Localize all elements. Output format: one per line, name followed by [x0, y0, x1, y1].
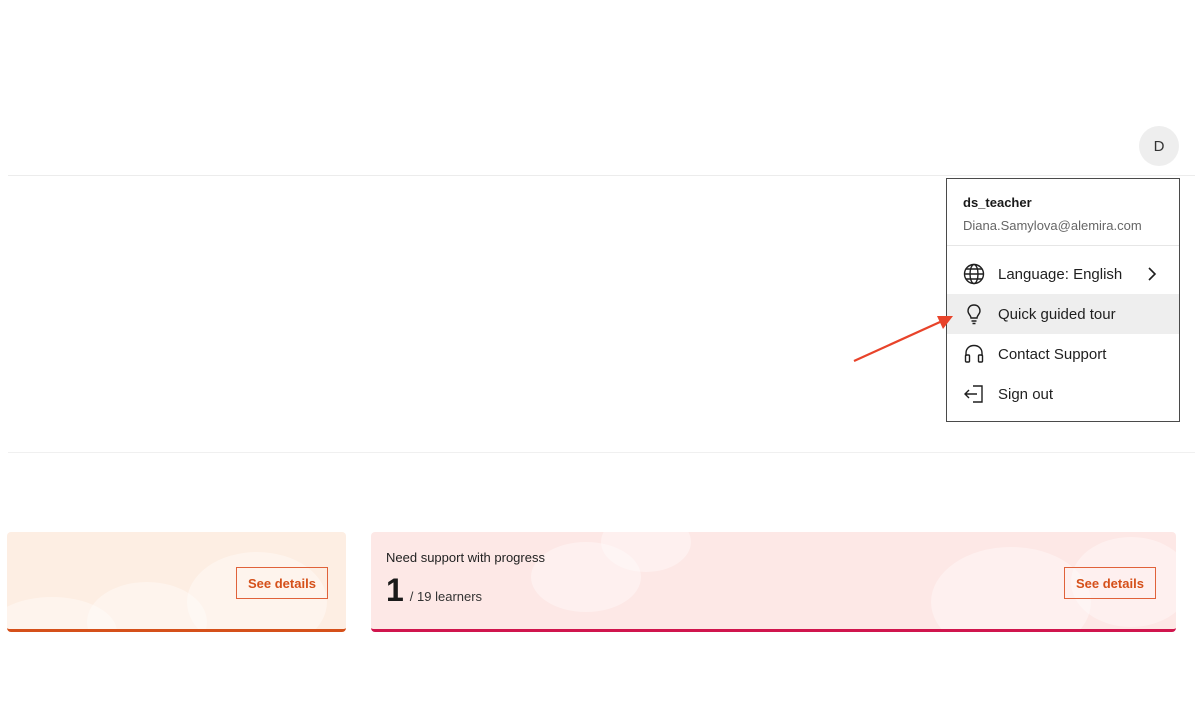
menu-list: Language: English Quick guided tour Cont… — [947, 246, 1179, 414]
see-details-button[interactable]: See details — [1064, 567, 1156, 599]
count-value: 1 — [386, 572, 404, 608]
menu-item-contact-support[interactable]: Contact Support — [947, 334, 1179, 374]
globe-icon — [963, 263, 985, 285]
menu-item-label: Quick guided tour — [998, 305, 1116, 323]
menu-item-guided-tour[interactable]: Quick guided tour — [947, 294, 1179, 334]
menu-item-language[interactable]: Language: English — [947, 254, 1179, 294]
menu-item-label: Sign out — [998, 385, 1054, 403]
section-divider — [8, 452, 1195, 453]
menu-item-sign-out[interactable]: Sign out — [947, 374, 1179, 414]
page: D See details Need support with progress… — [0, 0, 1200, 720]
lightbulb-icon — [963, 303, 985, 325]
count-total: / 19 learners — [409, 589, 483, 604]
chevron-right-icon — [1145, 266, 1159, 282]
learner-count: 1 / 19 learners — [386, 572, 482, 609]
headset-icon — [963, 343, 985, 365]
header-divider — [8, 175, 1195, 176]
card-title: Need support with progress — [386, 550, 545, 565]
need-support-card: Need support with progress 1 / 19 learne… — [371, 532, 1176, 632]
progress-card-left: See details — [7, 532, 346, 632]
menu-user-info: ds_teacher Diana.Samylova@alemira.com — [947, 179, 1179, 246]
menu-item-label: Language: English — [998, 265, 1123, 283]
user-avatar[interactable]: D — [1139, 126, 1179, 166]
see-details-button[interactable]: See details — [236, 567, 328, 599]
sign-out-icon — [963, 383, 985, 405]
user-menu-dropdown: ds_teacher Diana.Samylova@alemira.com La… — [946, 178, 1180, 422]
menu-email: Diana.Samylova@alemira.com — [963, 218, 1142, 233]
menu-item-label: Contact Support — [998, 345, 1107, 363]
menu-username: ds_teacher — [963, 195, 1032, 210]
